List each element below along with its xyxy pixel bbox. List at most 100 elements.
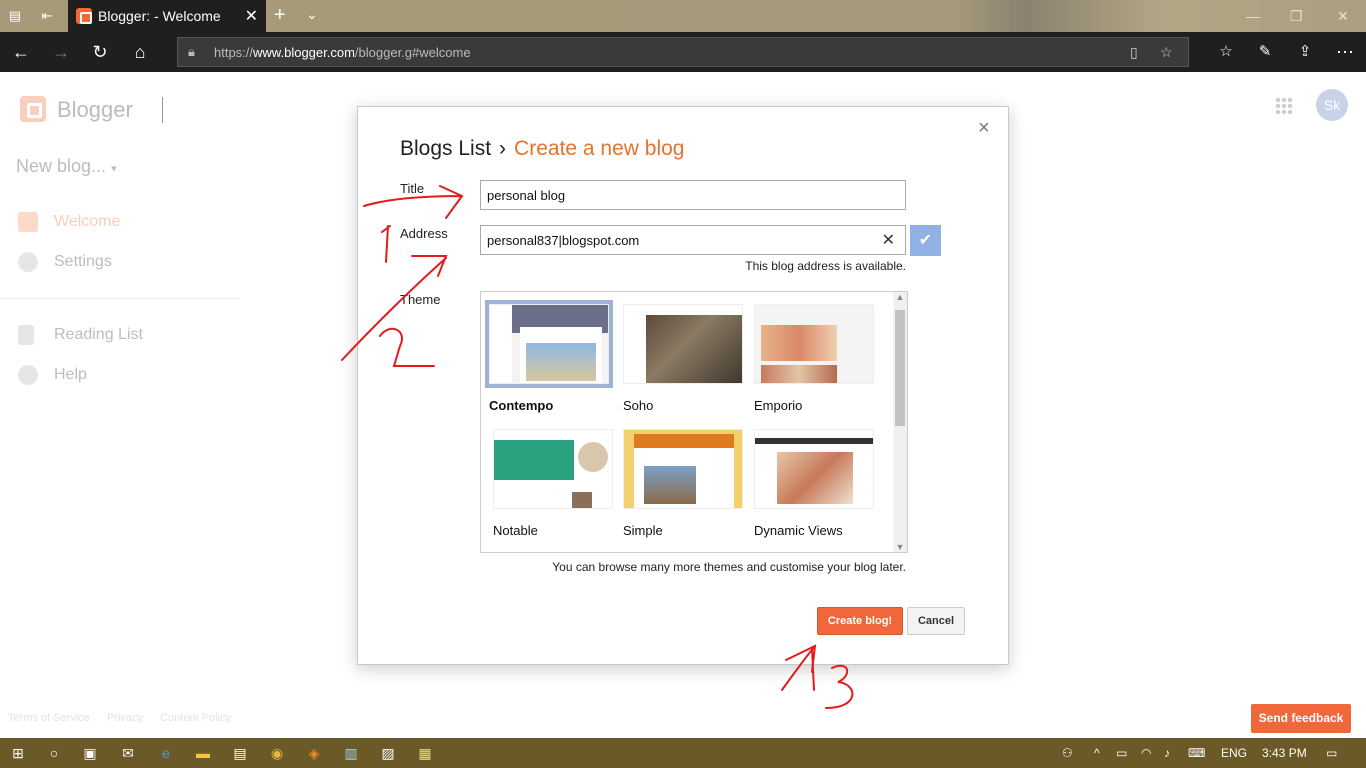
address-status: This blog address is available. <box>745 259 906 273</box>
create-blog-dialog: × Blogs List › Create a new blog Title per… <box>357 106 1009 665</box>
share-icon[interactable]: ⇪ <box>1294 41 1316 63</box>
set-aside-tabs-icon[interactable]: ⇤ <box>38 7 56 25</box>
theme-simple[interactable]: Simple <box>623 429 745 538</box>
theme-name: Emporio <box>754 398 803 413</box>
web-note-pen-icon[interactable]: ✎ <box>1254 41 1276 63</box>
send-feedback-button[interactable]: Send feedback <box>1251 704 1351 733</box>
breadcrumb-blogs-list[interactable]: Blogs List <box>400 137 491 160</box>
sidebar-item-help[interactable]: Help <box>18 365 87 385</box>
show-hidden-icons-icon[interactable]: ^ <box>1094 746 1100 760</box>
footer-links: Terms of Service Privacy Content Policy <box>8 712 245 724</box>
maximize-icon[interactable]: ❐ <box>1290 8 1303 25</box>
new-tab-icon[interactable]: + <box>274 4 286 27</box>
theme-contempo[interactable]: Contempo <box>485 300 613 413</box>
footer-link[interactable]: Privacy <box>107 712 143 724</box>
sidebar-item-welcome[interactable]: Welcome <box>18 212 120 232</box>
theme-name: Soho <box>623 398 654 413</box>
edge-browser-icon[interactable]: e <box>158 745 174 761</box>
photos-icon[interactable]: ▨ <box>380 745 396 761</box>
theme-name: Simple <box>623 523 663 538</box>
theme-thumbnail <box>754 304 874 384</box>
sidebar-item-label: Welcome <box>54 213 121 231</box>
language-indicator[interactable]: ENG <box>1221 746 1247 760</box>
action-center-icon[interactable]: ▭ <box>1326 746 1337 760</box>
theme-label: Theme <box>400 292 441 307</box>
refresh-icon[interactable]: ↻ <box>89 41 111 63</box>
sticky-notes-icon[interactable]: ▦ <box>417 745 433 761</box>
breadcrumb-separator: › <box>499 137 507 160</box>
forward-icon[interactable]: → <box>50 41 72 63</box>
notepad-icon[interactable]: ▥ <box>343 745 359 761</box>
windows-taskbar: ⊞ ○ ▣ ✉ e ▬ ▤ ◉ ◈ ▥ ▨ ▦ ⚇ ^ ▭ ◠ ♪ ⌨ ENG … <box>0 738 1366 768</box>
tab-manager-icon[interactable]: ▤ <box>6 7 24 25</box>
store-icon[interactable]: ▤ <box>232 745 248 761</box>
theme-soho[interactable]: Soho <box>623 304 745 413</box>
close-icon[interactable]: × <box>978 117 990 140</box>
apps-grid-icon[interactable] <box>1275 97 1293 115</box>
back-icon[interactable]: ← <box>10 41 32 63</box>
theme-thumbnail <box>754 429 874 509</box>
file-explorer-icon[interactable]: ▬ <box>195 745 211 761</box>
window-close-icon[interactable]: ✕ <box>1337 8 1349 25</box>
new-blog-dropdown[interactable]: New blog... ▾ <box>16 156 117 177</box>
more-menu-icon[interactable]: ⋯ <box>1334 41 1356 63</box>
scroll-down-icon[interactable]: ▼ <box>893 542 907 552</box>
people-icon[interactable]: ⚇ <box>1062 746 1073 760</box>
theme-scrollbar[interactable]: ▲ ▼ <box>893 292 907 552</box>
theme-thumbnail <box>493 429 613 509</box>
breadcrumb: Blogs List › Create a new blog <box>400 137 685 161</box>
create-blog-button[interactable]: Create blog! <box>817 607 903 635</box>
sidebar-item-reading-list[interactable]: Reading List <box>18 325 143 345</box>
browse-themes-note: You can browse many more themes and cust… <box>552 560 906 574</box>
task-view-icon[interactable]: ▣ <box>82 745 98 761</box>
new-blog-label: New blog... <box>16 156 107 176</box>
volume-icon[interactable]: ♪ <box>1164 746 1170 760</box>
wifi-icon[interactable]: ◠ <box>1141 746 1151 760</box>
address-value: personal837|blogspot.com <box>487 233 640 248</box>
chrome-icon[interactable]: ◉ <box>269 745 285 761</box>
theme-notable[interactable]: Notable <box>493 429 615 538</box>
header-divider <box>162 97 163 123</box>
sidebar-divider <box>0 298 240 299</box>
tab-close-icon[interactable]: ✕ <box>245 6 258 26</box>
address-bar[interactable]: 🔒︎ https://www.blogger.com/blogger.g#wel… <box>177 37 1189 67</box>
theme-dynamic-views[interactable]: Dynamic Views <box>754 429 876 538</box>
clear-icon[interactable]: ✕ <box>882 230 895 250</box>
title-value: personal blog <box>487 188 566 203</box>
check-availability-button[interactable]: ✔ <box>910 225 941 256</box>
url-text: https://www.blogger.com/blogger.g#welcom… <box>214 45 471 60</box>
title-field[interactable]: personal blog <box>480 180 906 210</box>
keyboard-icon[interactable]: ⌨ <box>1188 746 1205 760</box>
home-icon[interactable]: ⌂ <box>129 41 151 63</box>
theme-emporio[interactable]: Emporio <box>754 304 876 413</box>
theme-name: Contempo <box>489 398 554 413</box>
blogger-logo-icon[interactable] <box>20 96 46 122</box>
scroll-up-icon[interactable]: ▲ <box>893 292 907 302</box>
cancel-button[interactable]: Cancel <box>907 607 965 635</box>
tab-preview-chevron-icon[interactable]: ⌄ <box>306 6 318 23</box>
minimize-icon[interactable]: — <box>1246 8 1260 24</box>
sidebar-item-settings[interactable]: Settings <box>18 252 112 272</box>
sidebar-item-label: Reading List <box>54 326 143 344</box>
sidebar-item-label: Help <box>54 366 87 384</box>
theme-picker: Contempo Soho Emporio Notable Simple Dyn… <box>480 291 908 553</box>
search-cortana-icon[interactable]: ○ <box>46 745 62 761</box>
tab-blogger[interactable]: Blogger: - Welcome ✕ <box>68 0 266 32</box>
address-field[interactable]: personal837|blogspot.com ✕ <box>480 225 906 255</box>
favorites-hub-icon[interactable]: ☆ <box>1215 41 1237 63</box>
favorite-star-icon[interactable]: ☆ <box>1160 44 1173 61</box>
lock-icon: 🔒︎ <box>188 44 195 59</box>
avatar[interactable]: Sk <box>1316 89 1348 121</box>
footer-link[interactable]: Content Policy <box>160 712 231 724</box>
browser-toolbar: ← → ↻ ⌂ 🔒︎ https://www.blogger.com/blogg… <box>0 32 1366 72</box>
help-icon <box>18 365 38 385</box>
clock[interactable]: 3:43 PM <box>1262 746 1307 760</box>
mail-icon[interactable]: ✉ <box>120 745 136 761</box>
brave-icon[interactable]: ◈ <box>306 745 322 761</box>
scrollbar-thumb[interactable] <box>895 310 905 426</box>
footer-link[interactable]: Terms of Service <box>8 712 90 724</box>
start-windows-icon[interactable]: ⊞ <box>10 745 26 761</box>
brand-name[interactable]: Blogger <box>57 97 133 123</box>
battery-icon[interactable]: ▭ <box>1116 746 1127 760</box>
reading-view-icon[interactable]: ▯ <box>1130 44 1138 61</box>
